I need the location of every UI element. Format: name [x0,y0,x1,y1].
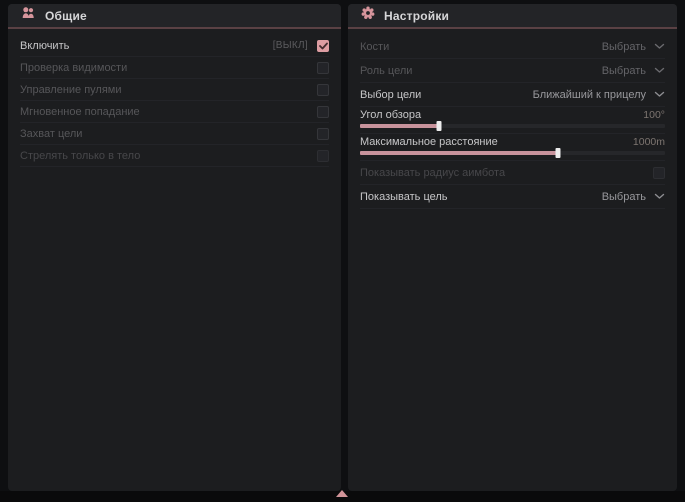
row-checkbox: Включить [ВЫКЛ] [20,35,329,57]
row-label: Угол обзора [360,109,421,121]
dropdown-value: Выбрать [602,191,646,203]
row-checkbox: Проверка видимости [20,57,329,79]
row-controls [317,62,329,74]
scroll-up-indicator [336,490,348,497]
row-controls [317,106,329,118]
dropdown[interactable]: Выбрать [602,41,665,53]
dropdown-value: Выбрать [602,65,646,77]
slider-header: Максимальное расстояние 1000m [360,135,665,149]
chevron-down-icon [654,193,665,200]
row-controls [653,167,665,179]
chevron-down-icon [654,43,665,50]
row-checkbox: Захват цели [20,123,329,145]
checkbox[interactable] [317,128,329,140]
checkbox[interactable] [317,84,329,96]
slider-header: Угол обзора 100° [360,108,665,122]
slider-value: 100° [643,109,665,121]
row-label: Включить [20,40,69,52]
gear-icon [361,6,375,25]
dropdown-value: Выбрать [602,41,646,53]
row-label: Управление пулями [20,84,122,96]
row-label: Стрелять только в тело [20,150,140,162]
row-slider: Максимальное расстояние 1000m [360,134,665,161]
row-controls: Выбрать [602,65,665,77]
row-label: Мгновенное попадание [20,106,140,118]
row-checkbox: Стрелять только в тело [20,145,329,167]
slider-track[interactable] [360,124,665,128]
slider-knob[interactable] [556,148,561,158]
row-label: Роль цели [360,65,412,77]
row-dropdown: Выбор цели Ближайший к прицелу [360,83,665,107]
users-icon [21,6,36,25]
panel-settings: Настройки Кости Выбрать Роль цели Выбрать Вы… [348,4,677,491]
panel-title: Настройки [384,9,449,23]
row-label: Максимальное расстояние [360,136,498,148]
row-checkbox: Управление пулями [20,79,329,101]
row-label: Выбор цели [360,89,421,101]
slider-fill [360,124,439,128]
slider-knob[interactable] [437,121,442,131]
row-controls [317,84,329,96]
keybind-label[interactable]: [ВЫКЛ] [273,40,308,51]
chevron-down-icon [654,67,665,74]
checkbox[interactable] [653,167,665,179]
row-slider: Угол обзора 100° [360,107,665,134]
checkbox[interactable] [317,40,329,52]
row-label: Проверка видимости [20,62,127,74]
row-checkbox: Показывать радиус аимбота [360,161,665,185]
row-controls: Выбрать [602,191,665,203]
dropdown[interactable]: Ближайший к прицелу [533,89,665,101]
row-controls: [ВЫКЛ] [273,40,329,52]
dropdown-value: Ближайший к прицелу [533,89,646,101]
slider-value: 1000m [633,136,665,148]
checkbox[interactable] [317,106,329,118]
check-icon [319,42,328,50]
panel-general-header: Общие [8,4,341,29]
dropdown[interactable]: Выбрать [602,65,665,77]
checkbox[interactable] [317,150,329,162]
row-dropdown: Роль цели Выбрать [360,59,665,83]
panel-general: Общие Включить [ВЫКЛ] Проверка видимости Уп… [8,4,341,491]
row-label: Захват цели [20,128,82,140]
row-controls: Выбрать [602,41,665,53]
panel-settings-header: Настройки [348,4,677,29]
row-dropdown: Показывать цель Выбрать [360,185,665,209]
dropdown[interactable]: Выбрать [602,191,665,203]
panel-title: Общие [45,9,87,23]
row-label: Показывать цель [360,191,448,203]
checkbox[interactable] [317,62,329,74]
slider-fill [360,151,558,155]
row-controls: Ближайший к прицелу [533,89,665,101]
row-controls [317,150,329,162]
row-dropdown: Кости Выбрать [360,35,665,59]
row-label: Кости [360,41,389,53]
row-checkbox: Мгновенное попадание [20,101,329,123]
chevron-down-icon [654,91,665,98]
panel-general-body: Включить [ВЫКЛ] Проверка видимости Управлен… [8,29,341,167]
row-controls [317,128,329,140]
panel-settings-body: Кости Выбрать Роль цели Выбрать Выбор цели Бл… [348,29,677,209]
row-label: Показывать радиус аимбота [360,167,505,179]
slider-track[interactable] [360,151,665,155]
